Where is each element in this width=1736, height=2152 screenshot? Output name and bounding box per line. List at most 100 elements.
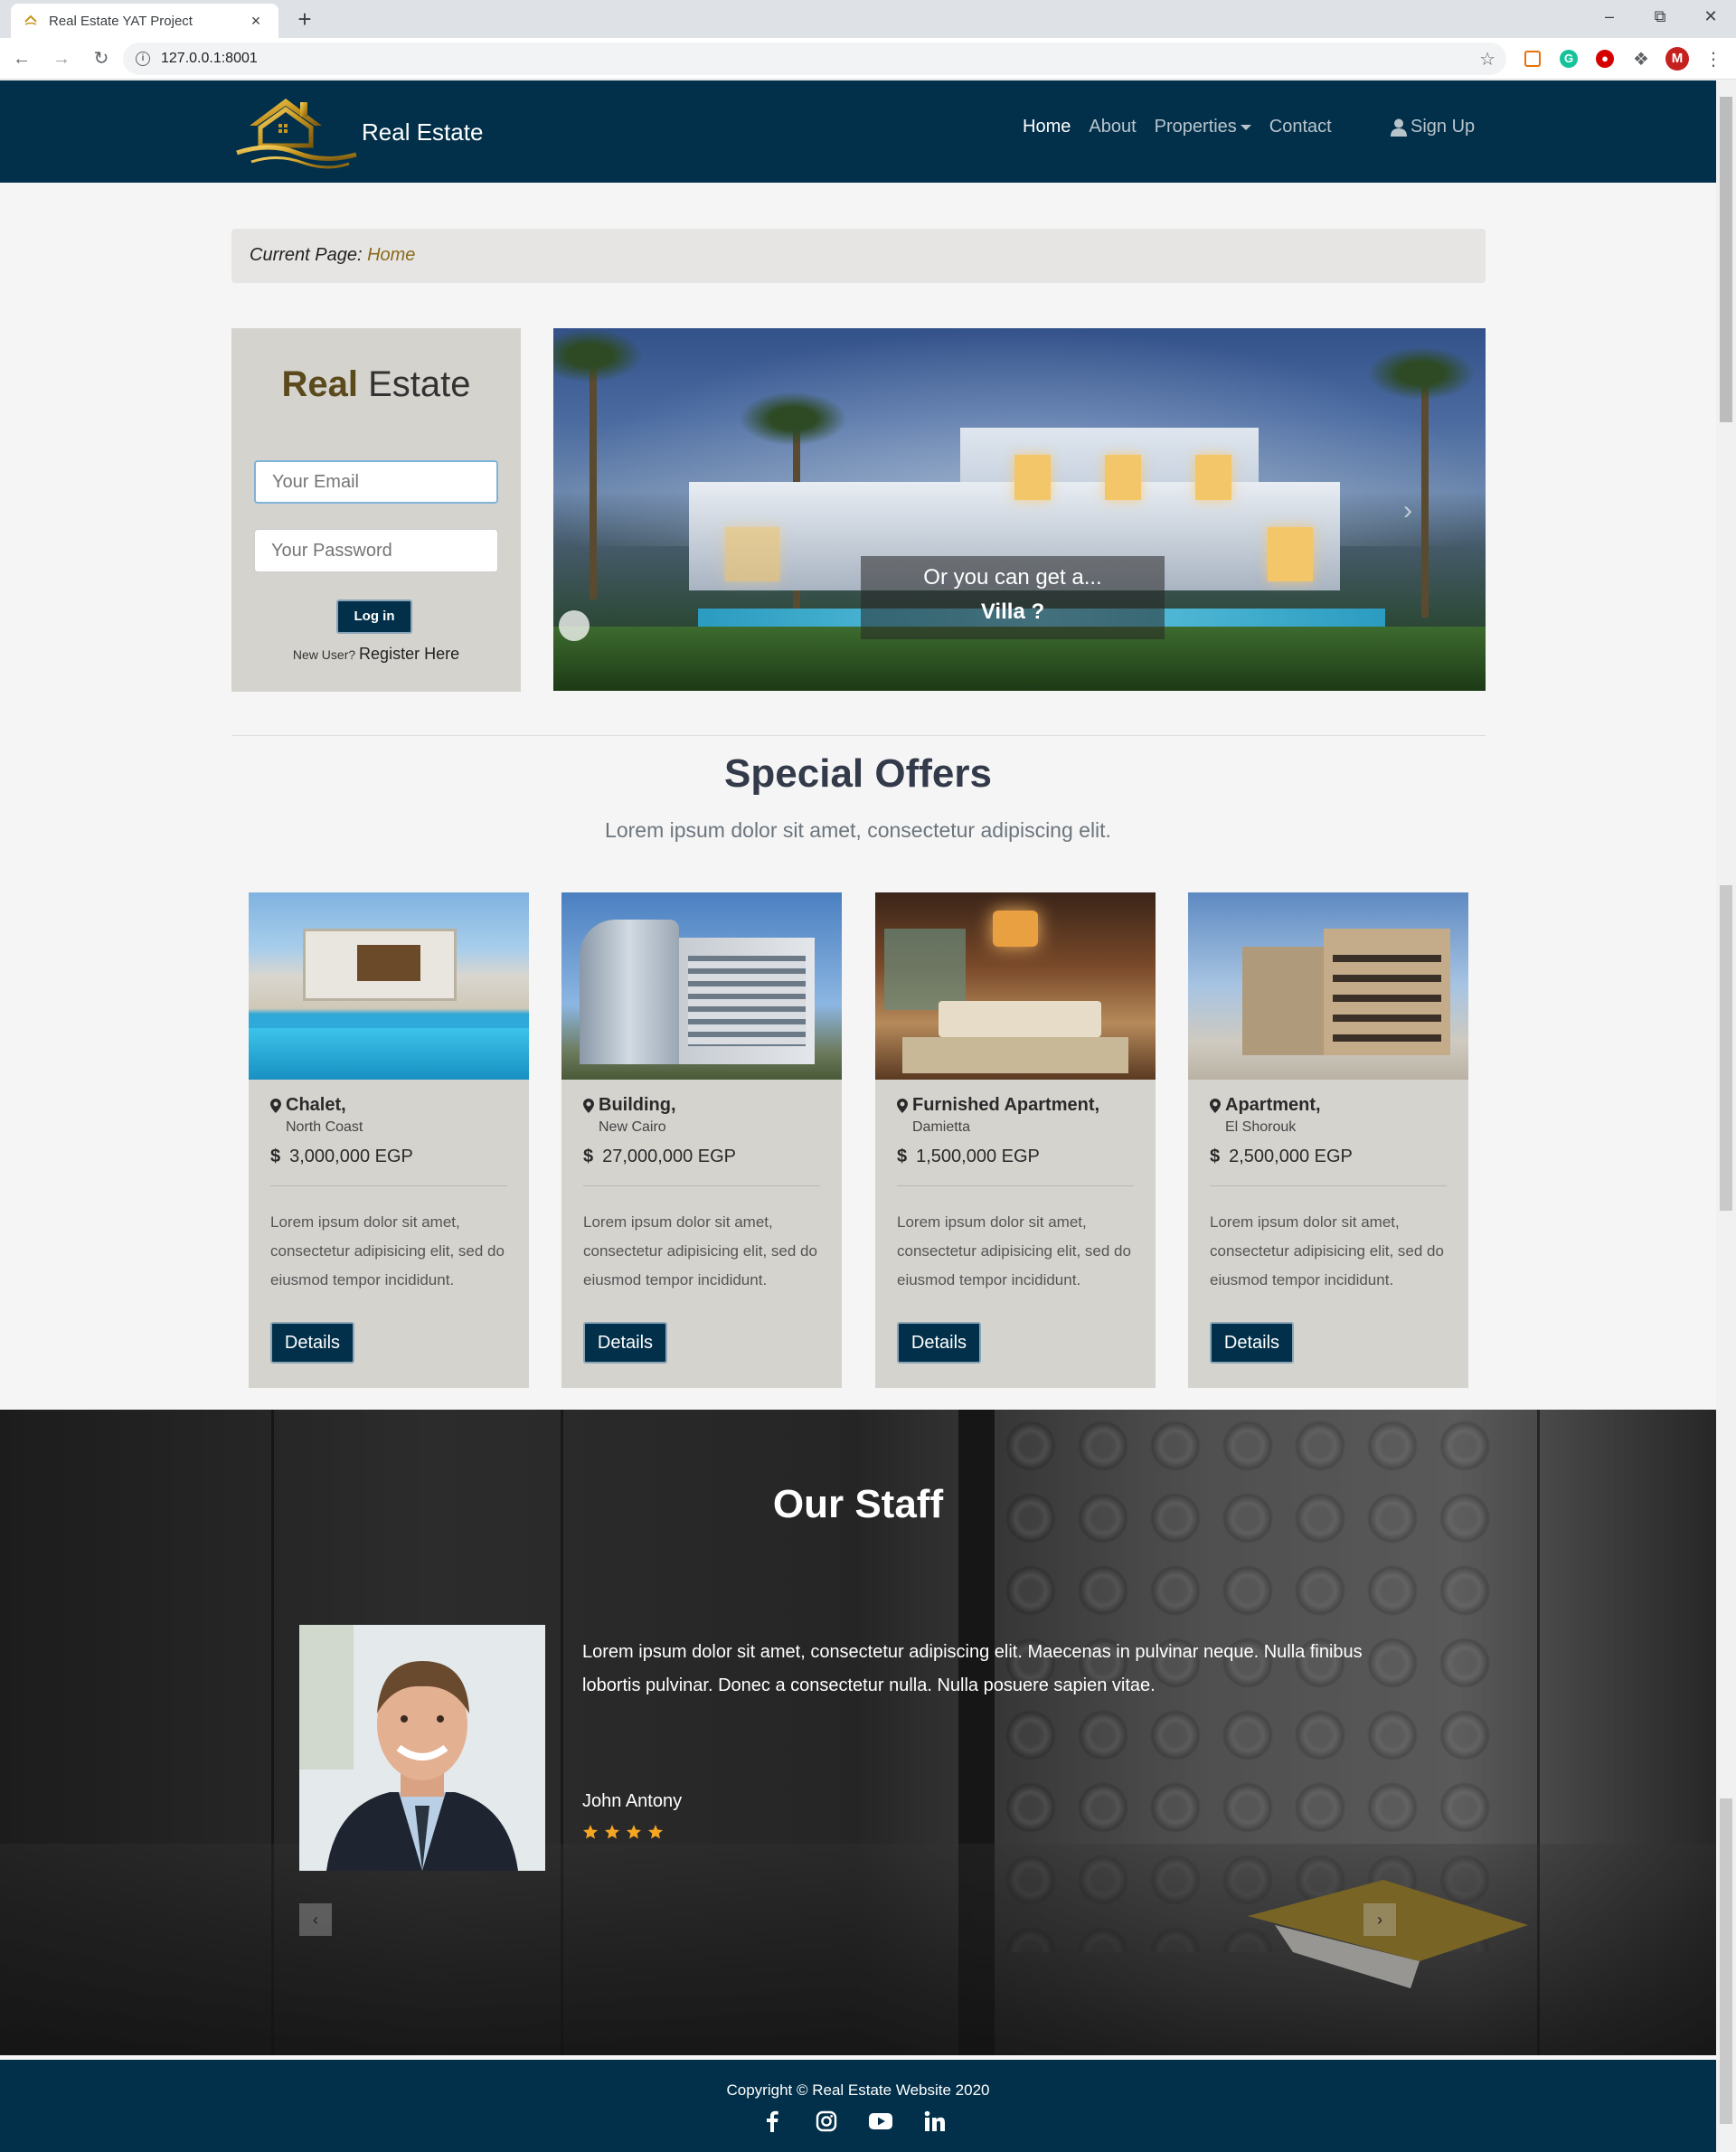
details-button[interactable]: Details bbox=[1210, 1322, 1294, 1364]
nav-link-home[interactable]: Home bbox=[1023, 117, 1071, 137]
tab-close-icon[interactable]: × bbox=[246, 12, 266, 31]
site-footer: Copyright © Real Estate Website 2020 bbox=[0, 2060, 1716, 2152]
chevron-down-icon bbox=[1240, 124, 1251, 130]
offer-area: El Shorouk bbox=[1225, 1119, 1297, 1135]
favicon-icon bbox=[24, 14, 37, 25]
offer-price-value: 27,000,000 EGP bbox=[602, 1147, 737, 1166]
staff-rating bbox=[582, 1824, 664, 1840]
map-pin-icon bbox=[270, 1098, 281, 1113]
scrollbar-thumb-secondary[interactable] bbox=[1720, 885, 1732, 1211]
profile-initial: M bbox=[1665, 47, 1689, 71]
new-tab-button[interactable]: + bbox=[291, 5, 318, 33]
carousel-next-icon[interactable]: › bbox=[1403, 496, 1412, 526]
window-controls: – ⧉ ✕ bbox=[1584, 0, 1736, 34]
offer-location: Building, bbox=[583, 1095, 820, 1116]
hero-caption-line2: Villa ? bbox=[980, 599, 1045, 624]
offer-type: Apartment, bbox=[1225, 1095, 1321, 1115]
youtube-icon[interactable] bbox=[866, 2109, 895, 2134]
breadcrumb-current[interactable]: Home bbox=[367, 245, 415, 265]
offer-card: Furnished Apartment, Damietta $1,500,000… bbox=[875, 892, 1156, 1388]
offer-area: Damietta bbox=[912, 1119, 971, 1135]
palm-tree bbox=[1421, 382, 1429, 618]
star-icon bbox=[604, 1825, 620, 1839]
brand[interactable]: Real Estate bbox=[233, 90, 483, 175]
adblock-icon[interactable]: ● bbox=[1591, 45, 1618, 72]
facebook-icon[interactable] bbox=[758, 2109, 787, 2134]
site-info-icon[interactable]: i bbox=[136, 52, 150, 66]
instagram-icon[interactable] bbox=[812, 2109, 841, 2134]
login-title-second: Estate bbox=[368, 364, 471, 404]
linkedin-icon[interactable] bbox=[920, 2109, 949, 2134]
nav-link-contact[interactable]: Contact bbox=[1269, 117, 1332, 137]
browser-toolbar: ← → ↻ i 127.0.0.1:8001 ☆ G ● ❖ M ⋮ bbox=[0, 38, 1736, 80]
register-link[interactable]: Register Here bbox=[359, 645, 459, 663]
url-text[interactable]: 127.0.0.1:8001 bbox=[161, 51, 258, 67]
scrollbar-thumb[interactable] bbox=[1720, 97, 1732, 422]
extensions-puzzle-icon[interactable]: ❖ bbox=[1628, 45, 1655, 72]
bookmark-star-icon[interactable]: ☆ bbox=[1479, 48, 1495, 71]
address-bar[interactable]: i 127.0.0.1:8001 ☆ bbox=[123, 42, 1506, 75]
offer-price: $27,000,000 EGP bbox=[583, 1147, 820, 1167]
browser-tab[interactable]: Real Estate YAT Project × bbox=[11, 4, 278, 38]
details-button[interactable]: Details bbox=[897, 1322, 981, 1364]
nav-link-about[interactable]: About bbox=[1089, 117, 1136, 137]
staff-avatar bbox=[299, 1625, 545, 1871]
map-pin-icon bbox=[583, 1098, 594, 1113]
details-button[interactable]: Details bbox=[270, 1322, 354, 1364]
staff-section: Our Staff Lorem ipsum dolor sit amet, co… bbox=[0, 1410, 1716, 2055]
reload-icon[interactable]: ↻ bbox=[83, 42, 119, 75]
offer-divider bbox=[897, 1185, 1134, 1186]
register-prompt: New User? Register Here bbox=[231, 645, 521, 664]
offer-area: North Coast bbox=[286, 1119, 363, 1135]
scrollbar-thumb-secondary[interactable] bbox=[1720, 1798, 1732, 2124]
dollar-icon: $ bbox=[1210, 1147, 1221, 1166]
offer-card-body: Chalet, North Coast $3,000,000 EGP Lorem… bbox=[270, 1095, 507, 1295]
offer-type: Furnished Apartment, bbox=[912, 1095, 1100, 1115]
offer-image-apartment bbox=[1188, 892, 1468, 1080]
villa-window bbox=[1195, 455, 1231, 500]
carousel-indicator[interactable] bbox=[559, 610, 590, 641]
palm-tree bbox=[590, 364, 597, 599]
offer-image-chalet bbox=[249, 892, 529, 1080]
extension-screenshot-icon[interactable] bbox=[1519, 45, 1546, 72]
hero-carousel[interactable]: Or you can get a... Villa ? › bbox=[553, 328, 1486, 691]
dollar-icon: $ bbox=[270, 1147, 281, 1166]
login-button[interactable]: Log in bbox=[336, 599, 412, 634]
palm-crown bbox=[1367, 346, 1476, 401]
window-close-icon[interactable]: ✕ bbox=[1685, 0, 1736, 34]
grammarly-icon[interactable]: G bbox=[1555, 45, 1582, 72]
email-field[interactable] bbox=[254, 460, 498, 504]
forward-arrow-icon[interactable]: → bbox=[43, 42, 80, 75]
page-scrollbar[interactable] bbox=[1716, 80, 1736, 2152]
offer-card: Building, New Cairo $27,000,000 EGP Lore… bbox=[561, 892, 842, 1388]
hero-caption: Or you can get a... Villa ? bbox=[861, 556, 1165, 639]
details-button[interactable]: Details bbox=[583, 1322, 667, 1364]
nav-link-properties-label: Properties bbox=[1154, 117, 1237, 137]
user-icon bbox=[1391, 118, 1407, 137]
offer-description: Lorem ipsum dolor sit amet, consectetur … bbox=[270, 1213, 505, 1288]
login-title: Real Estate bbox=[231, 364, 521, 405]
offer-card: Chalet, North Coast $3,000,000 EGP Lorem… bbox=[249, 892, 529, 1388]
section-divider bbox=[231, 735, 1486, 736]
offer-card-body: Building, New Cairo $27,000,000 EGP Lore… bbox=[583, 1095, 820, 1295]
hero-caption-line1: Or you can get a... bbox=[923, 565, 1102, 590]
profile-avatar[interactable]: M bbox=[1664, 45, 1691, 72]
footer-copyright: Copyright © Real Estate Website 2020 bbox=[726, 2081, 990, 2099]
page-viewport: Real Estate Home About Properties Contac… bbox=[0, 80, 1716, 2152]
back-arrow-icon[interactable]: ← bbox=[4, 42, 40, 75]
browser-menu-icon[interactable]: ⋮ bbox=[1700, 45, 1727, 72]
breadcrumb-label: Current Page: bbox=[250, 245, 363, 265]
offer-price: $2,500,000 EGP bbox=[1210, 1147, 1447, 1167]
signup-link[interactable]: Sign Up bbox=[1391, 117, 1475, 137]
map-pin-icon bbox=[897, 1098, 908, 1113]
star-icon bbox=[647, 1825, 664, 1839]
villa-window bbox=[1105, 455, 1141, 500]
offer-location: Chalet, bbox=[270, 1095, 507, 1116]
staff-prev-button[interactable]: ‹ bbox=[299, 1903, 332, 1936]
restore-icon[interactable]: ⧉ bbox=[1635, 0, 1685, 34]
minimize-icon[interactable]: – bbox=[1584, 0, 1635, 34]
staff-next-button[interactable]: › bbox=[1363, 1903, 1396, 1936]
site-navbar: Real Estate Home About Properties Contac… bbox=[0, 80, 1716, 183]
password-field[interactable] bbox=[254, 529, 498, 572]
nav-link-properties[interactable]: Properties bbox=[1155, 117, 1251, 137]
